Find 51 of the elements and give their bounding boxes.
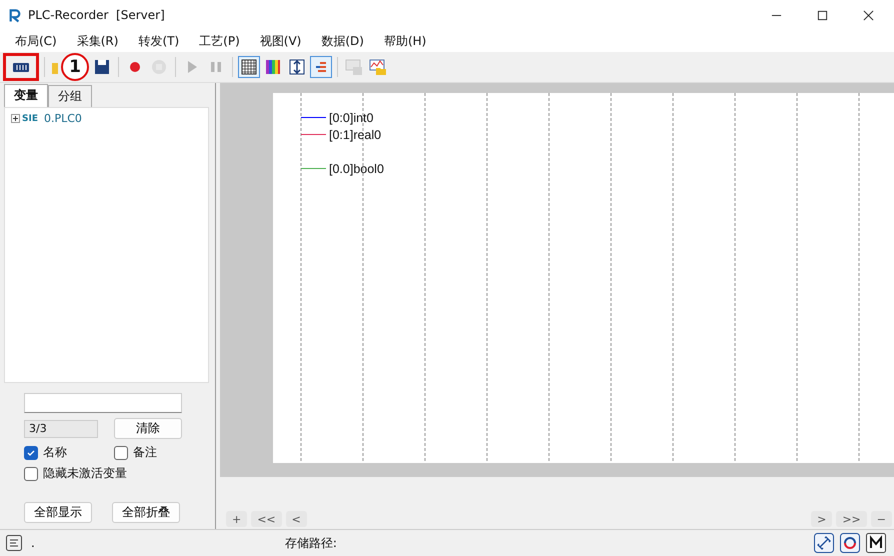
checkmark-icon (26, 448, 36, 458)
grid-icon (240, 58, 258, 76)
legend-label: [0:1]real0 (329, 128, 382, 142)
nav-button[interactable]: + (226, 511, 248, 527)
log-icon[interactable] (5, 534, 23, 552)
clear-button[interactable]: 清除 (114, 418, 182, 439)
save-icon (93, 58, 111, 76)
menu-item[interactable]: 工艺(P) (199, 32, 240, 50)
legend-label: [0.0]bool0 (329, 162, 384, 176)
step-number-badge: 1 (61, 53, 89, 81)
checkbox-label: 备注 (133, 444, 157, 461)
node-tag: SIE (22, 114, 38, 124)
m-mode-icon[interactable] (866, 533, 886, 553)
app-logo-icon (9, 8, 21, 22)
window-title: PLC-Recorder [Server] (28, 8, 165, 22)
menu-item[interactable]: 视图(V) (260, 32, 302, 50)
nav-button[interactable]: >> (836, 511, 867, 527)
checkbox[interactable] (114, 446, 128, 460)
checkbox[interactable] (24, 446, 38, 460)
nav-button[interactable]: << (251, 511, 282, 527)
menu-item[interactable]: 采集(R) (76, 32, 118, 50)
menu-item[interactable]: 数据(D) (321, 32, 364, 50)
panel-tab[interactable]: 分组 (48, 85, 92, 107)
refresh-icon[interactable] (840, 533, 860, 553)
chart-save-icon (345, 58, 363, 76)
checkbox[interactable] (24, 466, 38, 480)
panel-tab[interactable]: 变量 (4, 84, 48, 107)
panel-button[interactable]: 全部显示 (24, 502, 92, 523)
menu-item[interactable]: 帮助(H) (384, 32, 426, 50)
storage-path-label: 存储路径: (284, 534, 337, 552)
chart-folder-icon (369, 58, 387, 76)
nav-button[interactable]: − (870, 511, 892, 527)
menu-item[interactable]: 转发(T) (138, 32, 180, 50)
vertical-arrows-icon (288, 58, 306, 76)
color-bars-icon (264, 58, 282, 76)
maximize-icon[interactable] (817, 10, 828, 20)
status-text: . (31, 536, 35, 550)
link-icon[interactable] (814, 533, 834, 553)
checkbox-label: 隐藏未激活变量 (43, 465, 127, 482)
search-field[interactable] (24, 393, 182, 413)
tree-node[interactable]: 0.PLC0 (44, 112, 82, 125)
nav-button[interactable]: > (811, 511, 832, 527)
count-field: 3/3 (24, 420, 98, 438)
expand-icon[interactable] (11, 114, 20, 123)
checkbox-label: 名称 (43, 444, 67, 461)
panel-button[interactable]: 全部折叠 (112, 502, 180, 523)
toolbar-button[interactable] (238, 56, 260, 78)
menu-item[interactable]: 布局(C) (15, 32, 57, 50)
nav-button[interactable]: < (286, 511, 307, 527)
close-icon[interactable] (863, 10, 874, 20)
legend-label: [0:0]int0 (329, 110, 374, 124)
